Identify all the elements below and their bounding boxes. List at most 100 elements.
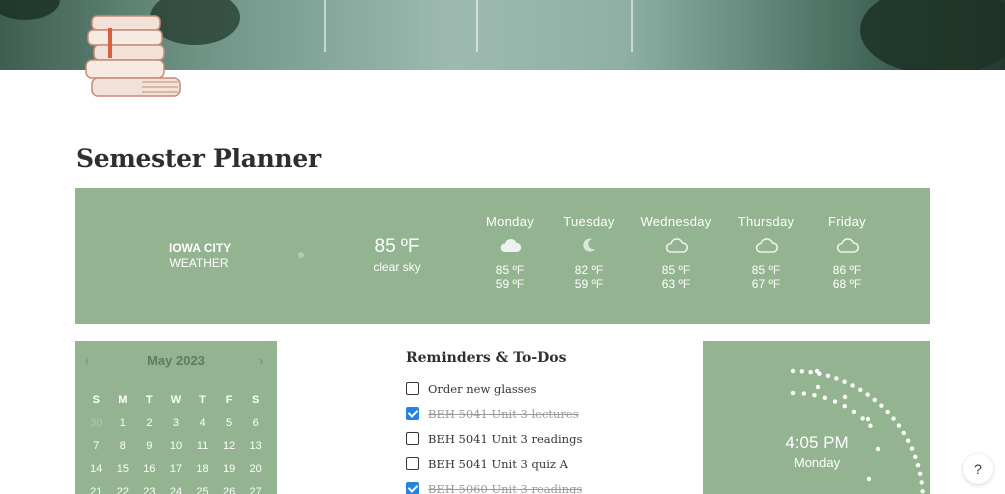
current-condition: clear sky bbox=[373, 260, 421, 274]
calendar-prev-button[interactable]: ‹ bbox=[85, 353, 89, 368]
calendar-day[interactable]: 20 bbox=[242, 462, 269, 477]
help-button[interactable]: ? bbox=[963, 454, 993, 484]
todo-checkbox[interactable] bbox=[406, 432, 419, 445]
clock-dot bbox=[842, 379, 847, 384]
forecast-low: 59 ºF bbox=[495, 277, 525, 291]
clock-dot bbox=[812, 392, 817, 398]
clock-dot bbox=[860, 416, 865, 421]
forecast-day-name: Thursday bbox=[737, 214, 795, 229]
calendar-day[interactable]: 18 bbox=[189, 462, 216, 477]
clock-day: Monday bbox=[793, 455, 841, 470]
todo-label[interactable]: BEH 5041 Unit 3 quiz A bbox=[428, 457, 568, 471]
clock-dot bbox=[917, 471, 923, 476]
calendar-next-button[interactable]: › bbox=[259, 353, 263, 368]
calendar-day[interactable]: 2 bbox=[136, 416, 163, 431]
forecast-day: Wednesday 85 ºF 63 ºF bbox=[631, 214, 721, 291]
clock-dot bbox=[801, 391, 806, 396]
calendar-day[interactable]: 25 bbox=[189, 485, 216, 494]
forecast-low: 59 ºF bbox=[574, 277, 604, 291]
clock-dot bbox=[865, 416, 871, 422]
calendar-day[interactable]: 16 bbox=[136, 462, 163, 477]
todo-item: BEH 5041 Unit 3 readings bbox=[406, 426, 686, 451]
calendar-day[interactable]: 14 bbox=[83, 462, 110, 477]
calendar-weekday: M bbox=[118, 394, 128, 406]
todo-item: Order new glasses bbox=[406, 376, 686, 401]
weather-city: IOWA CITY bbox=[169, 241, 232, 255]
forecast-high: 82 ºF bbox=[574, 263, 604, 277]
calendar-day[interactable]: 6 bbox=[242, 416, 269, 431]
calendar-day[interactable]: 9 bbox=[136, 439, 163, 454]
calendar-day[interactable]: 23 bbox=[136, 485, 163, 494]
todo-label[interactable]: BEH 5060 Unit 3 readings bbox=[428, 482, 582, 494]
cloud-icon bbox=[802, 233, 892, 257]
weather-widget[interactable]: IOWA CITY WEATHER 85 ºF clear sky Monday… bbox=[75, 188, 930, 324]
calendar-day[interactable]: 11 bbox=[189, 439, 216, 454]
cloud-icon bbox=[465, 233, 555, 257]
clock-dot bbox=[920, 489, 925, 494]
clock-dot bbox=[885, 409, 890, 415]
calendar-day[interactable]: 21 bbox=[83, 485, 110, 494]
forecast-high: 85 ºF bbox=[661, 263, 691, 277]
clock-time: 4:05 PM bbox=[785, 433, 849, 452]
calendar-day[interactable]: 10 bbox=[163, 439, 190, 454]
todo-label[interactable]: BEH 5041 Unit 3 readings bbox=[428, 432, 582, 446]
calendar-weekday: T bbox=[146, 394, 153, 406]
calendar-day[interactable]: 5 bbox=[216, 416, 243, 431]
todo-checkbox[interactable] bbox=[406, 382, 419, 395]
forecast-day-name: Tuesday bbox=[563, 214, 615, 229]
clock-dot bbox=[915, 463, 921, 468]
calendar-weekday: F bbox=[225, 394, 233, 406]
pillar-shape bbox=[631, 0, 633, 52]
page-title: Semester Planner bbox=[76, 144, 321, 173]
books-icon[interactable] bbox=[82, 10, 182, 110]
todo-checkbox[interactable] bbox=[406, 482, 419, 494]
clock-dot bbox=[814, 368, 820, 374]
weather-label: WEATHER bbox=[169, 256, 229, 270]
clock-dot bbox=[909, 446, 915, 451]
clock-dot bbox=[790, 368, 796, 374]
moon-icon bbox=[544, 233, 634, 257]
calendar-day[interactable]: 12 bbox=[216, 439, 243, 454]
clock-dot bbox=[905, 438, 911, 443]
clock-dot bbox=[891, 416, 896, 421]
clock-widget: 4:05 PM Monday bbox=[703, 341, 930, 494]
calendar-day[interactable]: 15 bbox=[110, 462, 137, 477]
forecast-day-name: Monday bbox=[485, 214, 535, 229]
calendar-weekday: S bbox=[251, 394, 260, 406]
todo-title: Reminders & To-Dos bbox=[406, 350, 567, 366]
clock-dot bbox=[868, 423, 873, 428]
calendar-day[interactable]: 22 bbox=[110, 485, 137, 494]
todo-checkbox[interactable] bbox=[406, 457, 419, 470]
calendar-month: May 2023 bbox=[147, 353, 205, 368]
calendar-day[interactable]: 7 bbox=[83, 439, 110, 454]
forecast-day-name: Wednesday bbox=[640, 214, 712, 229]
calendar-day[interactable]: 4 bbox=[189, 416, 216, 431]
calendar-day[interactable]: 30 bbox=[83, 416, 110, 431]
calendar-day[interactable]: 24 bbox=[163, 485, 190, 494]
cloud-icon bbox=[721, 233, 811, 257]
clock-dot bbox=[808, 370, 813, 375]
calendar-day[interactable]: 1 bbox=[110, 416, 137, 431]
todo-label[interactable]: Order new glasses bbox=[428, 382, 536, 396]
calendar-day[interactable]: 27 bbox=[242, 485, 269, 494]
todo-item: BEH 5060 Unit 3 readings bbox=[406, 476, 686, 494]
clock-dot bbox=[822, 395, 828, 401]
todo-item: BEH 5041 Unit 3 lectures bbox=[406, 401, 686, 426]
todo-label[interactable]: BEH 5041 Unit 3 lectures bbox=[428, 407, 579, 421]
calendar-day[interactable]: 19 bbox=[216, 462, 243, 477]
forecast-day: Tuesday 82 ºF 59 ºF bbox=[544, 214, 634, 291]
forecast-day: Thursday 85 ºF 67 ºF bbox=[721, 214, 811, 291]
forecast-high: 86 ºF bbox=[832, 263, 862, 277]
foliage-shape bbox=[0, 0, 60, 20]
calendar-day[interactable]: 13 bbox=[242, 439, 269, 454]
calendar-day[interactable]: 3 bbox=[163, 416, 190, 431]
calendar-day[interactable]: 8 bbox=[110, 439, 137, 454]
calendar-day[interactable]: 26 bbox=[216, 485, 243, 494]
clock-dot bbox=[851, 409, 857, 415]
weather-current: 85 ºF clear sky bbox=[365, 236, 429, 274]
todo-checkbox[interactable] bbox=[406, 407, 419, 420]
clock-dot bbox=[865, 392, 870, 397]
calendar-day[interactable]: 17 bbox=[163, 462, 190, 477]
todo-item: BEH 5041 Unit 3 quiz A bbox=[406, 451, 686, 476]
calendar-weekday: W bbox=[170, 394, 182, 406]
